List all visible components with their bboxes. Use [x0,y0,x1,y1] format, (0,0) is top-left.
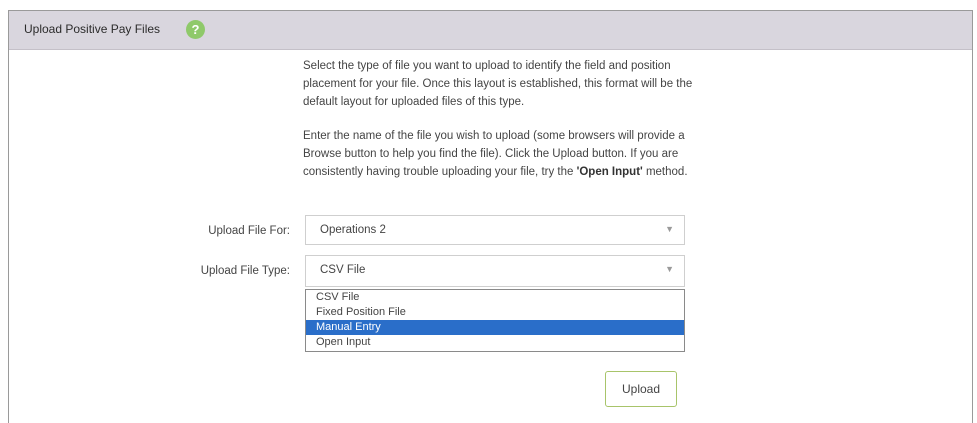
dropdown-option-csv-file[interactable]: CSV File [306,290,684,305]
upload-button[interactable]: Upload [605,371,677,407]
instructions-paragraph-2: Enter the name of the file you wish to u… [303,127,703,181]
chevron-down-icon: ▼ [665,264,674,274]
dropdown-option-open-input[interactable]: Open Input [306,335,684,350]
upload-file-for-value: Operations 2 [320,224,386,236]
page-title: Upload Positive Pay Files [24,22,161,36]
panel-header: Upload Positive Pay Files ? [9,11,972,50]
upload-file-type-select[interactable]: CSV File ▼ [305,255,685,287]
instructions-paragraph-1: Select the type of file you want to uplo… [303,60,693,108]
upload-file-for-label: Upload File For: [208,225,290,237]
chevron-down-icon: ▼ [665,224,674,234]
instructions-text-end: method. [642,166,688,178]
help-icon[interactable]: ? [186,20,205,39]
dropdown-option-manual-entry[interactable]: Manual Entry [306,320,684,335]
dropdown-option-fixed-position-file[interactable]: Fixed Position File [306,305,684,320]
upload-file-type-label: Upload File Type: [200,265,290,277]
open-input-link-text: 'Open Input' [576,166,643,178]
upload-file-type-dropdown: CSV File Fixed Position File Manual Entr… [305,289,685,352]
upload-file-for-select[interactable]: Operations 2 ▼ [305,215,685,245]
upload-file-type-value: CSV File [320,264,366,276]
